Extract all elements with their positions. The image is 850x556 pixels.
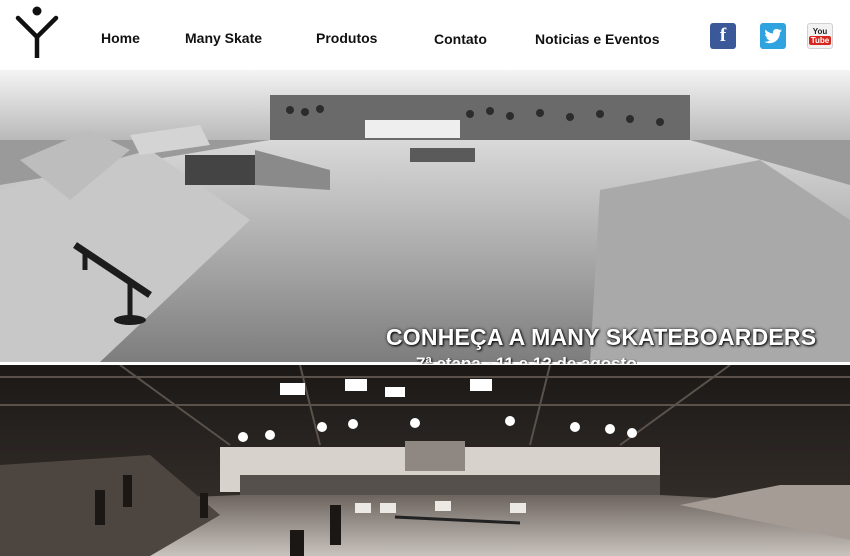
facebook-icon[interactable]: f <box>710 23 736 49</box>
hero-photo-gym-skatepark <box>0 365 850 556</box>
hero-photo-skatepark <box>0 70 850 362</box>
nav-contato[interactable]: Contato <box>434 31 487 47</box>
hero-subcaption: 7ª etapa - 11 e 12 de agosto <box>416 354 637 364</box>
y-figure-logo-icon[interactable] <box>14 4 60 60</box>
twitter-icon[interactable] <box>760 23 786 49</box>
nav-noticias-eventos[interactable]: Noticias e Eventos <box>535 31 660 47</box>
nav-produtos[interactable]: Produtos <box>316 30 377 46</box>
nav-many-skate[interactable]: Many Skate <box>185 30 262 46</box>
nav-home[interactable]: Home <box>101 30 140 46</box>
twitter-bird-icon <box>764 28 782 44</box>
site-header: Home Many Skate Produtos Contato Noticia… <box>0 0 850 70</box>
gym-illustration <box>0 365 850 556</box>
hero-caption: CONHEÇA A MANY SKATEBOARDERS <box>386 324 817 350</box>
skatepark-illustration <box>0 70 850 362</box>
youtube-icon[interactable]: You Tube <box>807 23 833 49</box>
